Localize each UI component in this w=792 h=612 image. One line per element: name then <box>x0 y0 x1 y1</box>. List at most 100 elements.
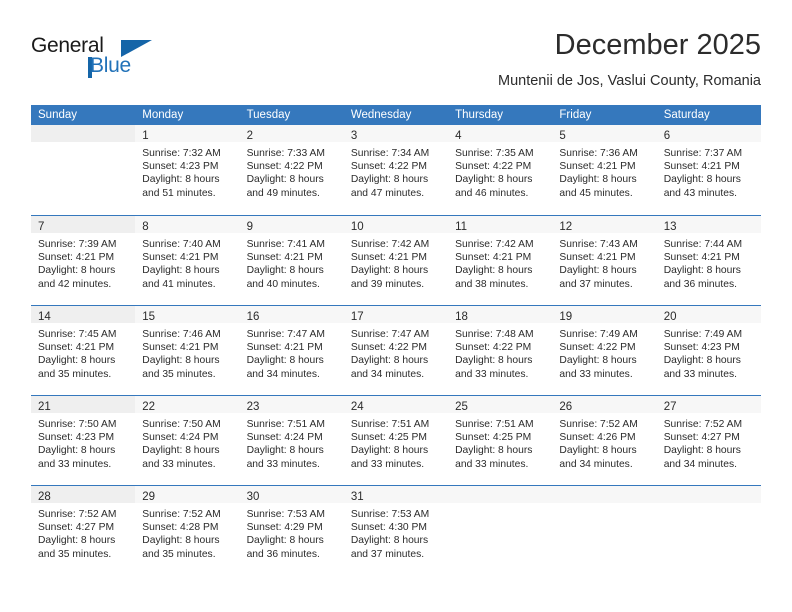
calendar-day-cell[interactable]: 31 Sunrise: 7:53 AM Sunset: 4:30 PM Dayligh… <box>343 485 449 575</box>
day-info-sunset: Sunset: 4:21 PM <box>663 252 740 264</box>
calendar-day-cell[interactable]: 22 Sunrise: 7:50 AM Sunset: 4:24 PM Dayligh… <box>135 395 240 485</box>
calendar-day-cell[interactable]: 7 Sunrise: 7:39 AM Sunset: 4:21 PM Daylight… <box>31 215 136 305</box>
day-info: Sunrise: 7:36 AM Sunset: 4:21 PM Daylight:… <box>552 142 656 200</box>
day-info: Sunrise: 7:49 AM Sunset: 4:23 PM Daylight:… <box>657 323 761 381</box>
calendar-day-cell[interactable]: 15 Sunrise: 7:46 AM Sunset: 4:21 PM Dayligh… <box>135 305 240 395</box>
day-number-band: 15 <box>135 306 240 323</box>
calendar-day-cell[interactable]: 9 Sunrise: 7:41 AM Sunset: 4:21 PM Daylight… <box>239 215 344 305</box>
day-number-band: 25 <box>448 396 553 413</box>
day-info-daylight-line2: and 35 minutes. <box>38 548 112 560</box>
day-info-sunset: Sunset: 4:21 PM <box>455 252 532 264</box>
day-number: 3 <box>350 130 358 142</box>
day-info-daylight-line1: Daylight: 8 hours <box>663 355 741 367</box>
calendar-day-cell[interactable]: 16 Sunrise: 7:47 AM Sunset: 4:21 PM Dayligh… <box>239 305 344 395</box>
day-number-band: 27 <box>656 396 761 413</box>
calendar-table: Sunday Monday Tuesday Wednesday Thursday… <box>31 105 761 575</box>
day-info: Sunrise: 7:32 AM Sunset: 4:23 PM Daylight:… <box>135 142 239 200</box>
day-info-daylight-line1: Daylight: 8 hours <box>455 355 533 367</box>
day-info-sunrise: Sunrise: 7:47 AM <box>350 329 430 340</box>
day-number-band: 24 <box>343 396 449 413</box>
day-info: Sunrise: 7:42 AM Sunset: 4:21 PM Daylight:… <box>344 233 448 291</box>
day-info-sunrise: Sunrise: 7:52 AM <box>142 509 221 520</box>
day-info-daylight-line2: and 33 minutes. <box>350 458 425 470</box>
calendar-day-cell[interactable]: 2 Sunrise: 7:33 AM Sunset: 4:22 PM Daylight… <box>239 125 344 215</box>
day-info-daylight-line2: and 39 minutes. <box>350 278 425 290</box>
calendar-day-cell[interactable]: 10 Sunrise: 7:42 AM Sunset: 4:21 PM Dayligh… <box>343 215 449 305</box>
calendar-day-cell[interactable]: 5 Sunrise: 7:36 AM Sunset: 4:21 PM Daylight… <box>552 125 657 215</box>
calendar-day-cell[interactable]: 13 Sunrise: 7:44 AM Sunset: 4:21 PM Dayligh… <box>656 215 761 305</box>
calendar-day-cell[interactable]: 29 Sunrise: 7:52 AM Sunset: 4:28 PM Dayligh… <box>135 485 240 575</box>
calendar-day-cell[interactable]: 30 Sunrise: 7:53 AM Sunset: 4:29 PM Dayligh… <box>239 485 344 575</box>
day-info-sunset: Sunset: 4:27 PM <box>663 432 740 444</box>
calendar-day-cell[interactable]: 14 Sunrise: 7:45 AM Sunset: 4:21 PM Dayligh… <box>31 305 136 395</box>
calendar-empty-cell <box>552 485 657 575</box>
calendar-day-cell[interactable]: 28 Sunrise: 7:52 AM Sunset: 4:27 PM Dayligh… <box>31 485 136 575</box>
day-info-daylight-line2: and 45 minutes. <box>559 187 633 199</box>
day-info: Sunrise: 7:50 AM Sunset: 4:24 PM Daylight:… <box>135 413 239 471</box>
calendar-day-cell[interactable]: 8 Sunrise: 7:40 AM Sunset: 4:21 PM Daylight… <box>135 215 240 305</box>
day-info-daylight-line1: Daylight: 8 hours <box>350 265 429 277</box>
day-info-daylight-line1: Daylight: 8 hours <box>246 265 324 277</box>
day-info: Sunrise: 7:35 AM Sunset: 4:22 PM Daylight:… <box>448 142 552 200</box>
general-blue-logo[interactable]: General Blue <box>31 34 181 90</box>
day-info-sunset: Sunset: 4:21 PM <box>142 342 219 354</box>
calendar-day-cell[interactable]: 20 Sunrise: 7:49 AM Sunset: 4:23 PM Dayligh… <box>656 305 761 395</box>
day-info-daylight-line2: and 35 minutes. <box>142 368 216 380</box>
day-info-daylight-line2: and 47 minutes. <box>350 187 425 199</box>
day-info-sunrise: Sunrise: 7:39 AM <box>38 239 117 250</box>
calendar-empty-cell <box>448 485 553 575</box>
day-info-sunset: Sunset: 4:25 PM <box>350 432 427 444</box>
day-info-daylight-line2: and 35 minutes. <box>38 368 112 380</box>
calendar-day-cell[interactable]: 17 Sunrise: 7:47 AM Sunset: 4:22 PM Dayligh… <box>343 305 449 395</box>
calendar-empty-cell <box>31 125 136 215</box>
calendar-day-cell[interactable]: 3 Sunrise: 7:34 AM Sunset: 4:22 PM Daylight… <box>343 125 449 215</box>
weekday-header-friday: Friday <box>552 105 657 125</box>
day-number: 31 <box>350 491 364 503</box>
day-number: 1 <box>142 130 149 142</box>
weekday-header-wednesday: Wednesday <box>343 105 449 125</box>
day-info-sunset: Sunset: 4:28 PM <box>142 522 219 534</box>
calendar-day-cell[interactable]: 19 Sunrise: 7:49 AM Sunset: 4:22 PM Dayligh… <box>552 305 657 395</box>
day-info: Sunrise: 7:51 AM Sunset: 4:25 PM Daylight:… <box>344 413 448 471</box>
day-number-band: 20 <box>656 306 761 323</box>
day-number-band: 19 <box>552 306 657 323</box>
day-info-sunrise: Sunrise: 7:49 AM <box>663 329 743 340</box>
calendar-day-cell[interactable]: 23 Sunrise: 7:51 AM Sunset: 4:24 PM Dayligh… <box>239 395 344 485</box>
day-info-sunrise: Sunrise: 7:34 AM <box>350 148 430 159</box>
day-info-sunset: Sunset: 4:21 PM <box>559 161 636 173</box>
day-info-sunrise: Sunrise: 7:50 AM <box>142 419 221 430</box>
day-info-sunrise: Sunrise: 7:44 AM <box>663 239 743 250</box>
day-info-sunrise: Sunrise: 7:41 AM <box>246 239 325 250</box>
day-info-daylight-line2: and 43 minutes. <box>663 187 737 199</box>
day-info-daylight-line1: Daylight: 8 hours <box>38 265 116 277</box>
day-info: Sunrise: 7:33 AM Sunset: 4:22 PM Daylight:… <box>240 142 344 200</box>
day-info-daylight-line1: Daylight: 8 hours <box>246 535 324 547</box>
day-number: 9 <box>246 221 253 233</box>
calendar-day-cell[interactable]: 24 Sunrise: 7:51 AM Sunset: 4:25 PM Dayligh… <box>343 395 449 485</box>
calendar-day-cell[interactable]: 11 Sunrise: 7:42 AM Sunset: 4:21 PM Dayligh… <box>448 215 553 305</box>
calendar-day-cell[interactable]: 26 Sunrise: 7:52 AM Sunset: 4:26 PM Dayligh… <box>552 395 657 485</box>
calendar-day-cell[interactable]: 12 Sunrise: 7:43 AM Sunset: 4:21 PM Dayligh… <box>552 215 657 305</box>
day-number-band: 1 <box>135 125 240 142</box>
day-number: 5 <box>559 130 566 142</box>
day-info-daylight-line1: Daylight: 8 hours <box>559 445 637 457</box>
calendar-day-cell[interactable]: 21 Sunrise: 7:50 AM Sunset: 4:23 PM Dayligh… <box>31 395 136 485</box>
day-info-sunset: Sunset: 4:23 PM <box>142 161 219 173</box>
calendar-day-cell[interactable]: 1 Sunrise: 7:32 AM Sunset: 4:23 PM Daylight… <box>135 125 240 215</box>
day-info-daylight-line2: and 33 minutes. <box>246 458 320 470</box>
day-info-daylight-line1: Daylight: 8 hours <box>38 535 116 547</box>
calendar-day-cell[interactable]: 4 Sunrise: 7:35 AM Sunset: 4:22 PM Daylight… <box>448 125 553 215</box>
day-number-band: 21 <box>31 396 136 413</box>
day-info-sunrise: Sunrise: 7:35 AM <box>455 148 534 159</box>
day-info-daylight-line1: Daylight: 8 hours <box>38 355 116 367</box>
calendar-day-cell[interactable]: 27 Sunrise: 7:52 AM Sunset: 4:27 PM Dayligh… <box>656 395 761 485</box>
calendar-day-cell[interactable]: 18 Sunrise: 7:48 AM Sunset: 4:22 PM Dayligh… <box>448 305 553 395</box>
calendar-day-cell[interactable]: 25 Sunrise: 7:51 AM Sunset: 4:25 PM Dayligh… <box>448 395 553 485</box>
day-info-sunset: Sunset: 4:30 PM <box>350 522 427 534</box>
day-info-sunset: Sunset: 4:25 PM <box>455 432 532 444</box>
day-info-daylight-line1: Daylight: 8 hours <box>142 535 220 547</box>
day-info-sunrise: Sunrise: 7:51 AM <box>455 419 534 430</box>
day-info-sunrise: Sunrise: 7:48 AM <box>455 329 534 340</box>
calendar-day-cell[interactable]: 6 Sunrise: 7:37 AM Sunset: 4:21 PM Daylight… <box>656 125 761 215</box>
day-info-sunset: Sunset: 4:24 PM <box>246 432 323 444</box>
